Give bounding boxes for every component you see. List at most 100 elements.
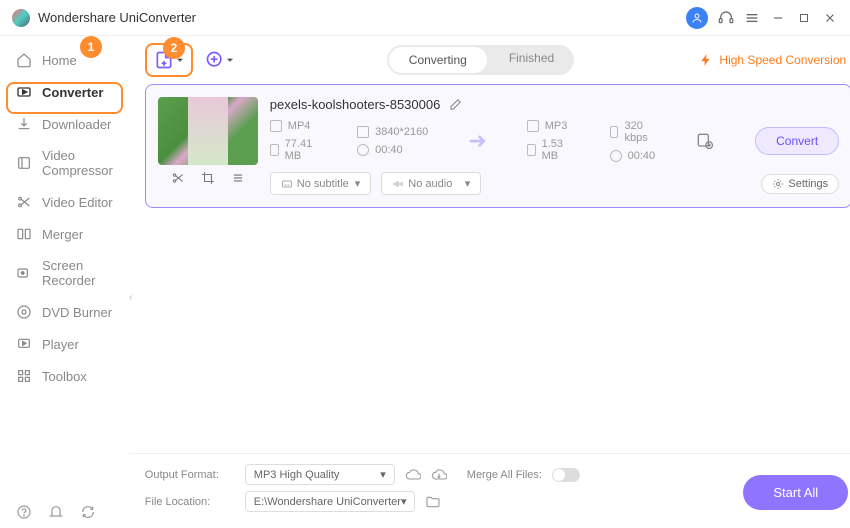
chevron-down-icon: ▾	[355, 177, 361, 190]
converter-icon	[16, 84, 32, 100]
src-resolution: 3840*2160	[375, 126, 428, 138]
callout-badge-1: 1	[80, 36, 102, 58]
crop-icon[interactable]	[201, 171, 215, 185]
sidebar-item-compressor[interactable]: Video Compressor	[0, 140, 129, 186]
download-icon	[16, 116, 32, 132]
file-location-label: File Location:	[145, 496, 235, 508]
resolution-icon	[357, 126, 369, 138]
folder-icon[interactable]	[425, 494, 441, 510]
sidebar-item-converter[interactable]: Converter	[0, 76, 129, 108]
sidebar-item-downloader[interactable]: Downloader	[0, 108, 129, 140]
titlebar: Wondershare UniConverter	[0, 0, 850, 36]
maximize-button[interactable]	[796, 10, 812, 26]
menu-icon[interactable]	[744, 10, 760, 26]
sidebar-collapse-handle[interactable]: ‹	[127, 282, 135, 312]
video-thumbnail[interactable]	[158, 97, 258, 165]
src-size: 77.41 MB	[285, 138, 317, 162]
format-icon	[527, 120, 539, 132]
high-speed-toggle[interactable]: High Speed Conversion	[699, 53, 850, 67]
disc-icon	[16, 304, 32, 320]
dst-duration: 00:40	[628, 150, 656, 162]
sidebar-item-label: Video Compressor	[42, 148, 113, 178]
output-format-label: Output Format:	[145, 469, 235, 481]
cloud-icon[interactable]	[405, 467, 421, 483]
help-icon[interactable]	[16, 504, 32, 520]
sidebar-item-label: Converter	[42, 85, 103, 100]
sidebar-item-label: Screen Recorder	[42, 258, 113, 288]
sidebar-item-label: Merger	[42, 227, 83, 242]
sidebar-item-label: Video Editor	[42, 195, 113, 210]
add-url-button[interactable]	[205, 50, 235, 70]
callout-badge-2: 2	[163, 37, 185, 59]
src-format: MP4	[288, 120, 311, 132]
subtitle-icon	[281, 178, 293, 190]
user-avatar-icon[interactable]	[686, 7, 708, 29]
play-icon	[16, 336, 32, 352]
sidebar-item-label: Downloader	[42, 117, 111, 132]
output-format-select[interactable]: MP3 High Quality ▾	[245, 464, 395, 485]
duration-icon	[610, 150, 622, 162]
sidebar-item-home[interactable]: 1 Home	[0, 44, 129, 76]
file-location-select[interactable]: E:\Wondershare UniConverter ▾	[245, 491, 416, 512]
sidebar-item-label: Toolbox	[42, 369, 87, 384]
tab-converting[interactable]: Converting	[389, 47, 487, 73]
edit-icon[interactable]	[448, 98, 462, 112]
sidebar-item-label: Home	[42, 53, 77, 68]
home-icon	[16, 52, 32, 68]
subtitle-select[interactable]: No subtitle ▾	[270, 172, 372, 195]
chevron-down-icon: ▾	[465, 177, 471, 190]
trim-icon[interactable]	[171, 171, 185, 185]
dst-size: 1.53 MB	[542, 138, 570, 162]
sidebar: 1 Home Converter Downloader Video Compre…	[0, 36, 129, 528]
sidebar-item-recorder[interactable]: Screen Recorder	[0, 250, 129, 296]
app-logo-icon	[12, 9, 30, 27]
gear-icon	[772, 178, 784, 190]
refresh-icon[interactable]	[80, 504, 96, 520]
sidebar-item-label: Player	[42, 337, 79, 352]
bitrate-icon	[610, 126, 619, 138]
close-button[interactable]	[822, 10, 838, 26]
size-icon	[527, 144, 536, 156]
lightning-icon	[699, 53, 713, 67]
status-tabs: Converting Finished	[387, 45, 574, 75]
more-icon[interactable]	[231, 171, 245, 185]
output-settings-icon[interactable]	[695, 131, 715, 151]
arrow-icon: ➜	[468, 128, 486, 154]
file-card: pexels-koolshooters-8530006 MP4 77.41 MB…	[145, 84, 850, 208]
grid-icon	[16, 368, 32, 384]
start-all-button[interactable]: Start All	[743, 475, 848, 510]
file-name: pexels-koolshooters-8530006	[270, 97, 441, 112]
duration-icon	[357, 144, 369, 156]
footer: Output Format: MP3 High Quality ▾ Merge …	[129, 453, 850, 528]
settings-button[interactable]: Settings	[761, 174, 839, 194]
scissors-icon	[16, 194, 32, 210]
sidebar-item-dvd[interactable]: DVD Burner	[0, 296, 129, 328]
merge-icon	[16, 226, 32, 242]
audio-icon	[392, 178, 404, 190]
minimize-button[interactable]	[770, 10, 786, 26]
size-icon	[270, 144, 279, 156]
high-speed-label: High Speed Conversion	[719, 53, 846, 67]
app-title: Wondershare UniConverter	[38, 10, 196, 25]
record-icon	[16, 265, 32, 281]
chevron-down-icon	[225, 55, 235, 65]
sidebar-item-label: DVD Burner	[42, 305, 112, 320]
compress-icon	[16, 155, 32, 171]
chevron-down-icon: ▾	[380, 468, 386, 481]
merge-label: Merge All Files:	[467, 469, 542, 481]
sidebar-item-merger[interactable]: Merger	[0, 218, 129, 250]
cloud-down-icon[interactable]	[431, 467, 447, 483]
tab-finished[interactable]: Finished	[489, 45, 574, 75]
dst-bitrate: 320 kbps	[624, 120, 655, 144]
sidebar-item-toolbox[interactable]: Toolbox	[0, 360, 129, 392]
bell-icon[interactable]	[48, 504, 64, 520]
sidebar-item-player[interactable]: Player	[0, 328, 129, 360]
sidebar-item-editor[interactable]: Video Editor	[0, 186, 129, 218]
headset-icon[interactable]	[718, 10, 734, 26]
dst-format: MP3	[545, 120, 568, 132]
merge-toggle[interactable]	[552, 468, 580, 482]
src-duration: 00:40	[375, 144, 403, 156]
audio-select[interactable]: No audio ▾	[381, 172, 481, 195]
chevron-down-icon: ▾	[401, 495, 407, 508]
convert-button[interactable]: Convert	[755, 127, 839, 155]
